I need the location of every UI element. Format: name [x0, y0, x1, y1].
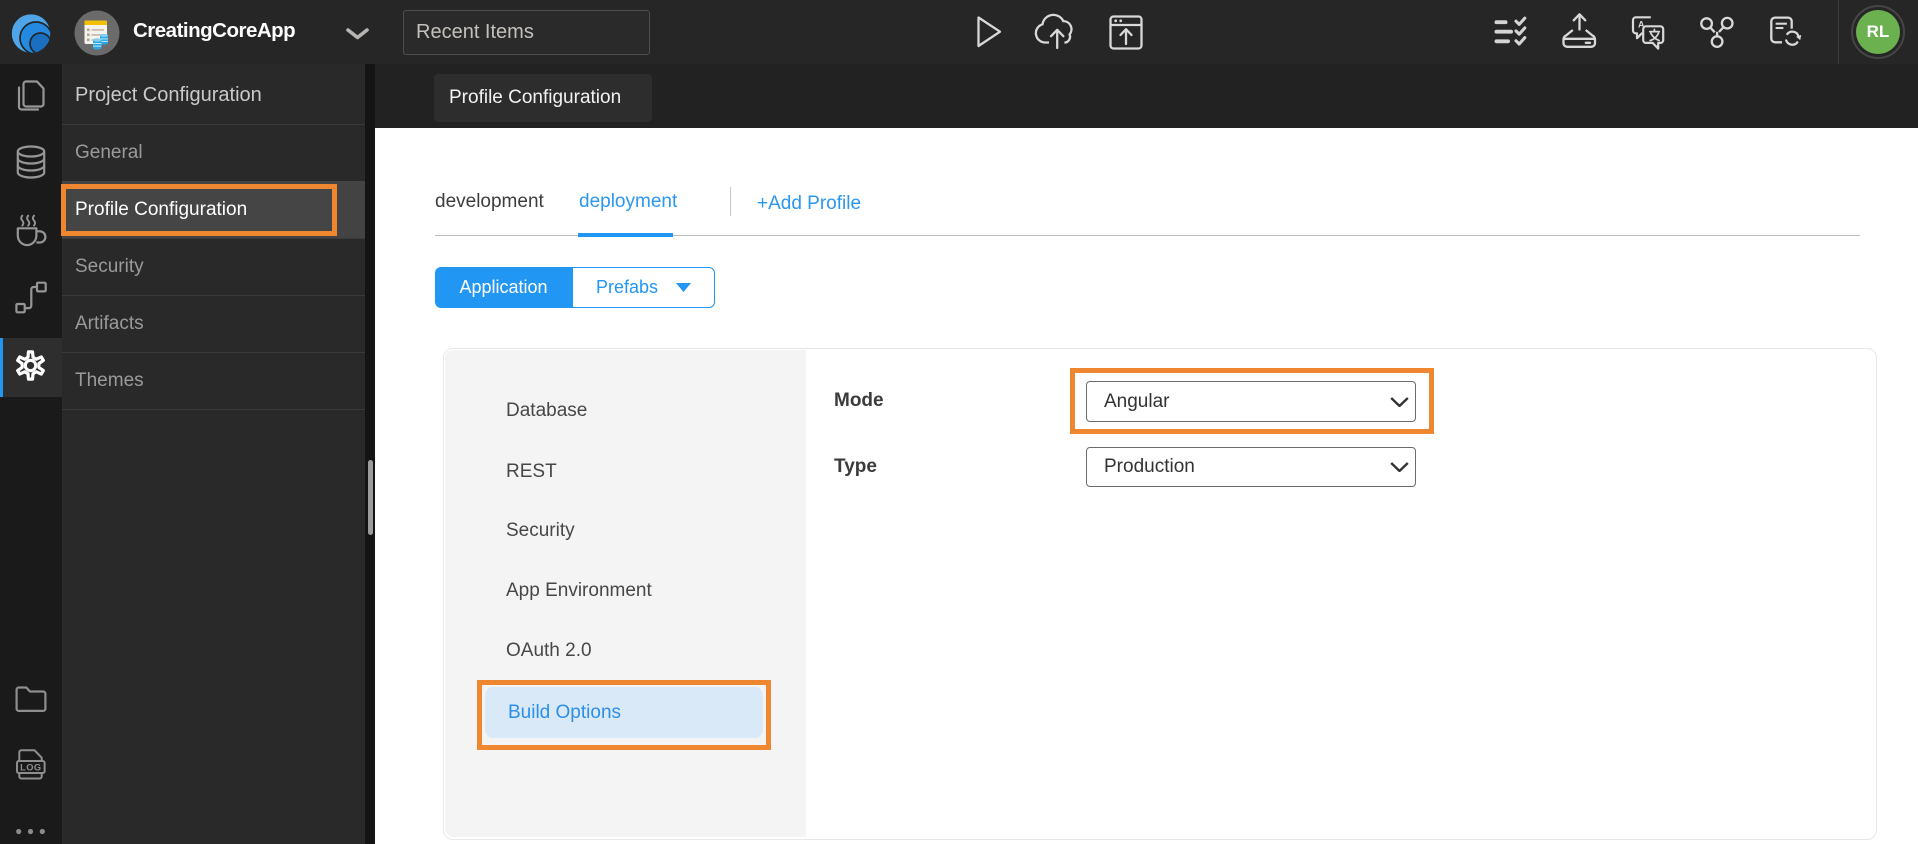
svg-text:A: A [1638, 20, 1645, 30]
svg-text:LOG: LOG [20, 763, 41, 773]
